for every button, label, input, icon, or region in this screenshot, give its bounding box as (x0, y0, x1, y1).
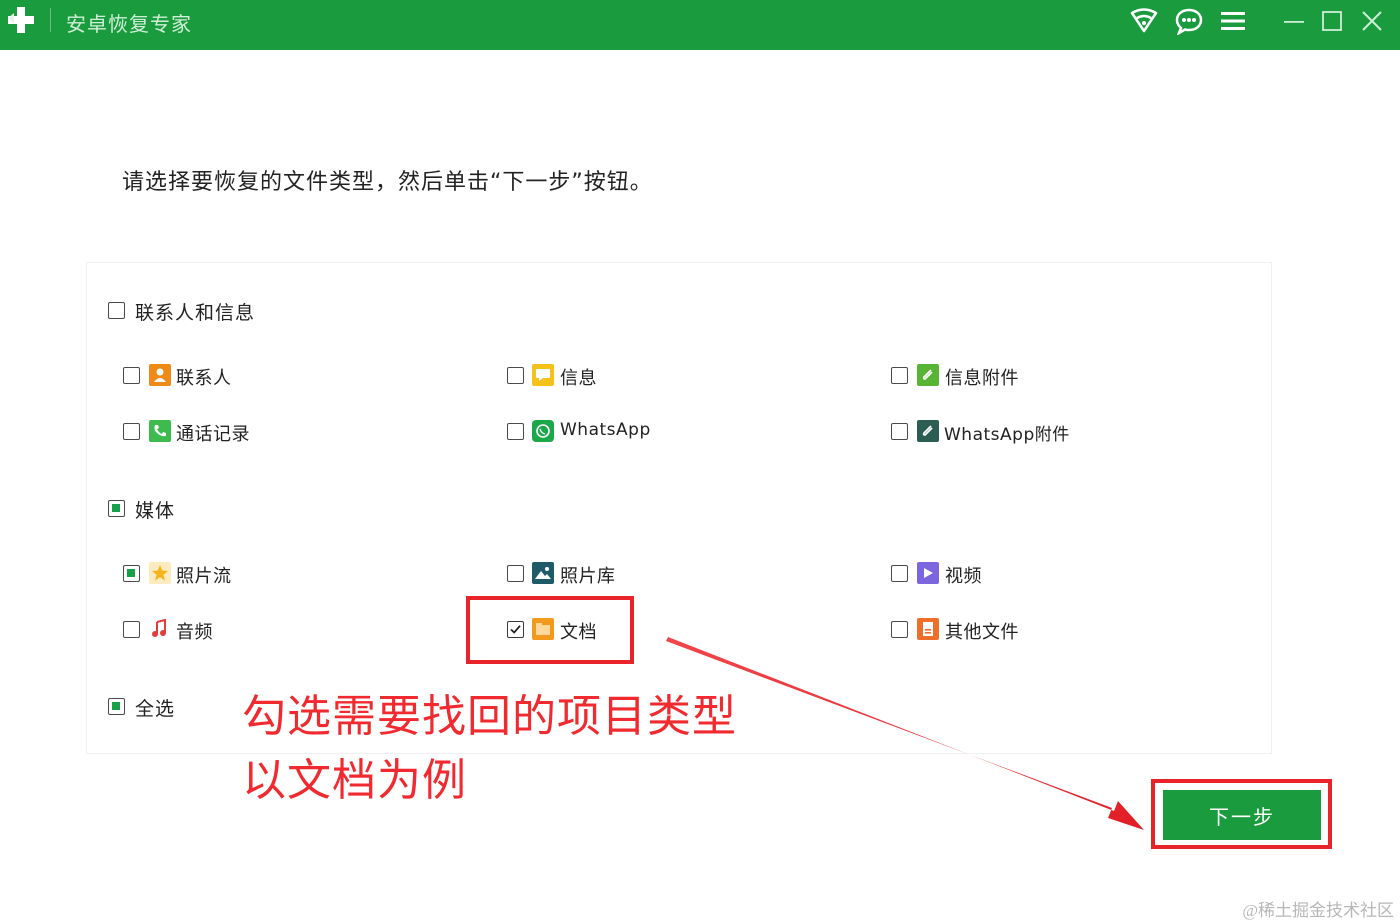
watermark: @稀土掘金技术社区 (1242, 901, 1394, 920)
next-button[interactable]: 下一步 (1163, 790, 1321, 840)
